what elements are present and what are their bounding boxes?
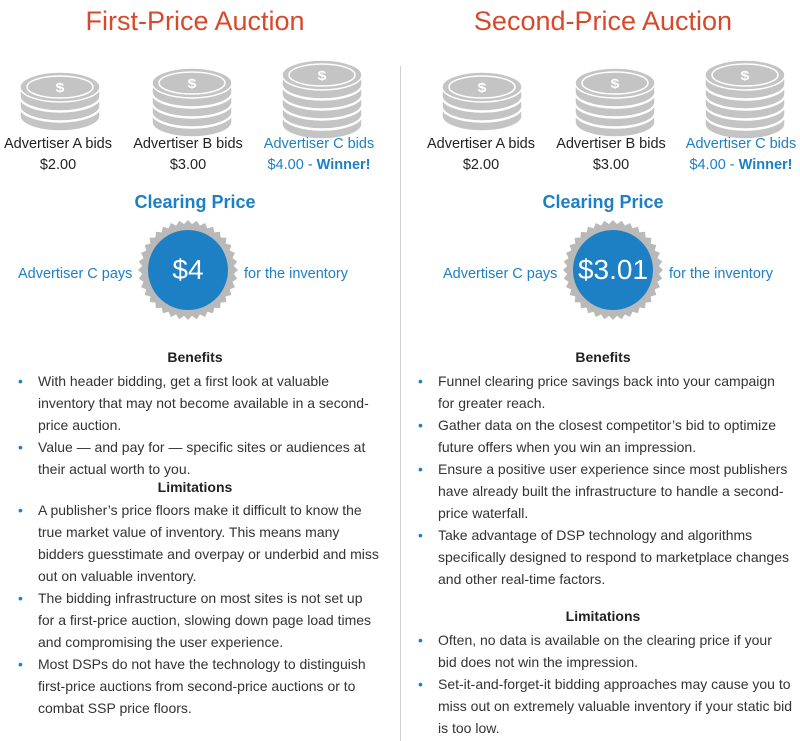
bidder-c-amount: $4.00 - Winner! bbox=[676, 155, 800, 176]
bullet-icon: • bbox=[18, 656, 23, 672]
bullet-icon: • bbox=[18, 502, 23, 518]
list-item: • A publisher’s price floors make it diff… bbox=[8, 499, 380, 587]
bidder-b-amount: $3.00 bbox=[592, 157, 630, 173]
clearing-price-value: $3.01 bbox=[577, 254, 649, 285]
list-item: • Gather data on the closest competitor’s… bbox=[408, 414, 794, 458]
bidder-c-amount: $4.00 - Winner! bbox=[254, 155, 384, 176]
list-item-text: Often, no data is available on the clear… bbox=[438, 632, 772, 670]
limitations-heading: Limitations bbox=[157, 479, 233, 495]
clearing-price-heading: Clearing Price bbox=[542, 192, 664, 212]
price-seal-icon: $4 bbox=[136, 218, 240, 322]
second-price-column: Second-Price Auction $ $ $ Advertiser A … bbox=[408, 0, 798, 741]
list-item-text: Funnel clearing price savings back into … bbox=[438, 373, 775, 411]
list-item-text: Gather data on the closest competitor’s … bbox=[438, 417, 776, 455]
price-seal-icon: $3.01 bbox=[561, 218, 665, 322]
pays-label: Advertiser C pays bbox=[18, 266, 133, 282]
bidder-b-label: Advertiser B bids bbox=[133, 136, 243, 152]
bullet-icon: • bbox=[418, 632, 423, 648]
bidder-c: Advertiser C bids $4.00 - Winner! bbox=[254, 134, 384, 176]
list-item-text: Most DSPs do not have the technology to … bbox=[38, 656, 366, 716]
bidder-a: Advertiser A bids $2.00 bbox=[0, 134, 123, 176]
list-item: • Set-it-and-forget-it bidding approaches… bbox=[408, 673, 794, 739]
list-item: • Often, no data is available on the clea… bbox=[408, 629, 794, 673]
bidder-c-label: Advertiser C bids bbox=[263, 136, 375, 152]
for-inventory-label: for the inventory bbox=[244, 266, 348, 282]
bidder-c: Advertiser C bids $4.00 - Winner! bbox=[676, 134, 800, 176]
benefits-list: • With header bidding, get a first look a… bbox=[8, 370, 380, 480]
list-item-text: Ensure a positive user experience since … bbox=[438, 461, 788, 521]
bullet-icon: • bbox=[418, 417, 423, 433]
bidder-b: Advertiser B bids $3.00 bbox=[546, 134, 676, 176]
list-item-text: The bidding infrastructure on most sites… bbox=[38, 590, 372, 650]
svg-text:$: $ bbox=[741, 69, 750, 83]
winner-label: Winner! bbox=[316, 157, 371, 173]
bullet-icon: • bbox=[418, 527, 423, 543]
benefits-list: • Funnel clearing price savings back into… bbox=[408, 370, 794, 590]
coin-stack-icon: $ bbox=[570, 66, 660, 140]
svg-text:$: $ bbox=[611, 77, 620, 91]
winner-label: Winner! bbox=[738, 157, 793, 173]
pays-label: Advertiser C pays bbox=[443, 266, 558, 282]
benefits-heading: Benefits bbox=[167, 349, 223, 365]
bullet-icon: • bbox=[18, 439, 23, 455]
svg-text:$: $ bbox=[318, 69, 327, 83]
list-item-text: Value — and pay for — specific sites or … bbox=[38, 439, 366, 477]
benefits-heading: Benefits bbox=[575, 349, 631, 365]
svg-text:$: $ bbox=[188, 77, 197, 91]
bidder-a-label: Advertiser A bids bbox=[4, 136, 112, 152]
list-item: • With header bidding, get a first look a… bbox=[8, 370, 380, 436]
second-price-title: Second-Price Auction bbox=[473, 6, 733, 36]
list-item: • Most DSPs do not have the technology to… bbox=[8, 653, 380, 719]
coin-stack-icon: $ bbox=[700, 58, 790, 142]
svg-text:$: $ bbox=[56, 81, 65, 95]
for-inventory-label: for the inventory bbox=[669, 266, 773, 282]
coin-stack-icon: $ bbox=[15, 70, 105, 134]
limitations-list: • A publisher’s price floors make it diff… bbox=[8, 499, 380, 719]
list-item: • Take advantage of DSP technology and al… bbox=[408, 524, 794, 590]
bidder-c-amount-value: $4.00 - bbox=[267, 157, 317, 173]
bidder-b: Advertiser B bids $3.00 bbox=[123, 134, 253, 176]
coin-stack-icon: $ bbox=[277, 58, 367, 142]
bullet-icon: • bbox=[418, 373, 423, 389]
list-item: • The bidding infrastructure on most site… bbox=[8, 587, 380, 653]
bidder-a-label: Advertiser A bids bbox=[427, 136, 535, 152]
bidder-b-label: Advertiser B bids bbox=[556, 136, 666, 152]
clearing-price-heading: Clearing Price bbox=[134, 192, 256, 212]
bullet-icon: • bbox=[18, 590, 23, 606]
list-item-text: Set-it-and-forget-it bidding approaches … bbox=[438, 676, 793, 736]
bidder-a-amount: $2.00 bbox=[462, 157, 500, 173]
column-divider bbox=[400, 66, 401, 741]
list-item: • Ensure a positive user experience since… bbox=[408, 458, 794, 524]
coin-stack-icon: $ bbox=[147, 66, 237, 140]
bidder-b-amount: $3.00 bbox=[169, 157, 207, 173]
clearing-price-value: $4 bbox=[172, 254, 204, 285]
bidder-a: Advertiser A bids $2.00 bbox=[416, 134, 546, 176]
bullet-icon: • bbox=[18, 373, 23, 389]
limitations-heading: Limitations bbox=[565, 608, 641, 624]
limitations-list: • Often, no data is available on the clea… bbox=[408, 629, 794, 739]
bidder-c-amount-value: $4.00 - bbox=[689, 157, 739, 173]
bullet-icon: • bbox=[418, 676, 423, 692]
list-item-text: Take advantage of DSP technology and alg… bbox=[438, 527, 789, 587]
list-item: • Funnel clearing price savings back into… bbox=[408, 370, 794, 414]
first-price-column: First-Price Auction $ $ $ Advertiser A b… bbox=[0, 0, 390, 741]
list-item-text: With header bidding, get a first look at… bbox=[38, 373, 369, 433]
bidder-a-amount: $2.00 bbox=[39, 157, 77, 173]
list-item-text: A publisher’s price floors make it diffi… bbox=[38, 502, 379, 584]
coin-stack-icon: $ bbox=[437, 70, 527, 134]
first-price-title: First-Price Auction bbox=[85, 6, 305, 36]
svg-text:$: $ bbox=[478, 81, 487, 95]
bullet-icon: • bbox=[418, 461, 423, 477]
list-item: • Value — and pay for — specific sites or… bbox=[8, 436, 380, 480]
bidder-c-label: Advertiser C bids bbox=[685, 136, 797, 152]
